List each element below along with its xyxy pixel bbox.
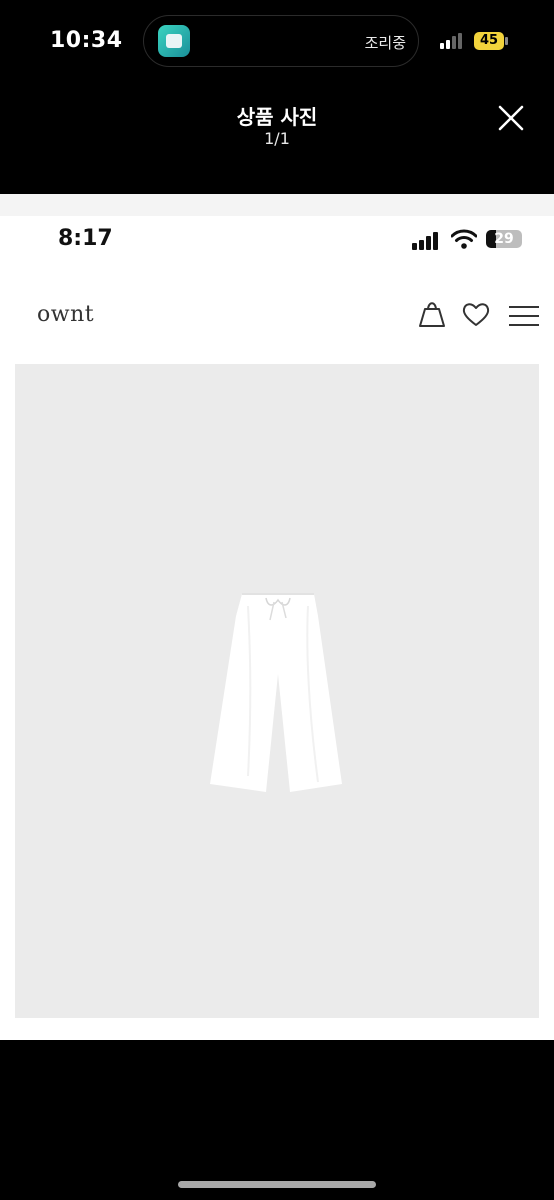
product-image[interactable] [15,364,539,1018]
inner-cellular-signal-icon [412,232,438,250]
heart-icon[interactable] [462,301,490,327]
dynamic-island-live-activity[interactable]: 조리중 [143,15,419,67]
live-activity-status: 조리중 [364,34,406,52]
home-indicator[interactable] [178,1181,376,1188]
image-counter: 1/1 [264,129,290,148]
white-pants-image [210,593,342,792]
inner-wifi-icon [451,229,477,249]
shopping-bag-icon[interactable] [418,298,446,328]
inner-battery-icon: 29 [486,230,522,248]
inner-battery-level: 29 [494,231,514,247]
close-icon[interactable] [497,104,525,132]
brand-logo[interactable]: ownt [37,302,94,327]
viewer-title: 상품 사진 [236,105,318,129]
delivery-app-icon [158,25,190,57]
battery-tip [505,37,508,45]
photo-top-strip [0,194,554,216]
product-photo[interactable]: 8:17 29 ownt [0,194,554,1040]
status-time: 10:34 [50,28,123,53]
cellular-signal-icon [440,33,462,49]
battery-icon: 45 [474,32,504,50]
inner-status-time: 8:17 [58,226,113,251]
menu-icon[interactable] [509,305,539,327]
